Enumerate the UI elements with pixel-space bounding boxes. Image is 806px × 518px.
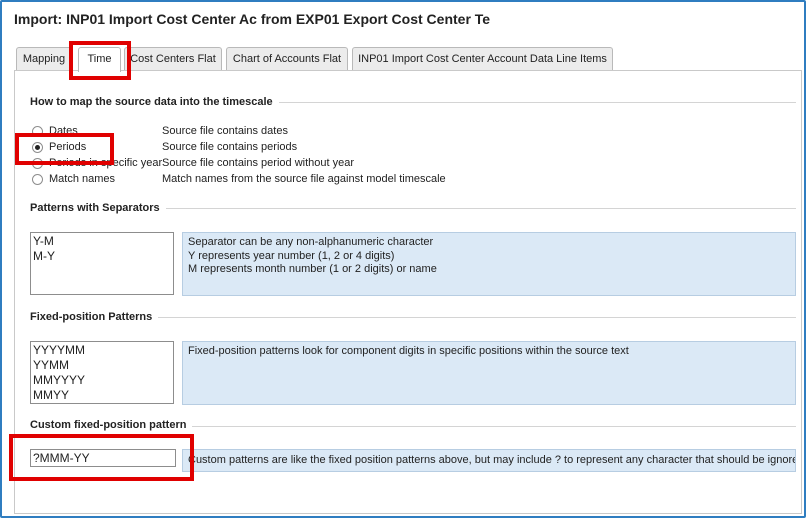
tab-time[interactable]: Time	[78, 47, 121, 72]
radio-periods[interactable]	[32, 142, 43, 153]
custom-section-title: Custom fixed-position pattern	[30, 419, 193, 431]
info-line: Y represents year number (1, 2 or 4 digi…	[188, 249, 395, 262]
list-item[interactable]: MMYY	[33, 388, 171, 403]
separator-patterns-list[interactable]: Y-M M-Y	[30, 232, 174, 295]
tab-inp01-line-items[interactable]: INP01 Import Cost Center Account Data Li…	[352, 47, 613, 71]
separators-info-box: Separator can be any non-alphanumeric ch…	[182, 232, 796, 296]
custom-info-box: Custom patterns are like the fixed posit…	[182, 449, 796, 472]
radio-periods-specific-year[interactable]	[32, 158, 43, 169]
fixed-section-title: Fixed-position Patterns	[30, 311, 159, 323]
fixed-info-box: Fixed-position patterns look for compone…	[182, 341, 796, 405]
list-item[interactable]: Y-M	[33, 234, 171, 249]
custom-pattern-input[interactable]	[30, 449, 176, 467]
radio-desc-dates: Source file contains dates	[162, 125, 288, 137]
radio-match-names[interactable]	[32, 174, 43, 185]
radio-label-dates[interactable]: Dates	[49, 125, 78, 137]
list-item[interactable]: YYYYMM	[33, 343, 171, 358]
info-line: Separator can be any non-alphanumeric ch…	[188, 236, 434, 248]
radio-label-periods[interactable]: Periods	[49, 141, 86, 153]
dialog-title: Import: INP01 Import Cost Center Ac from…	[14, 11, 491, 27]
info-line: M represents month number (1 or 2 digits…	[188, 263, 437, 275]
radio-dates[interactable]	[32, 126, 43, 137]
radio-label-match-names[interactable]: Match names	[49, 173, 115, 185]
separators-section-title: Patterns with Separators	[30, 202, 166, 214]
list-item[interactable]: MMYYYY	[33, 373, 171, 388]
timescale-section-title: How to map the source data into the time…	[30, 96, 279, 108]
radio-desc-periods: Source file contains periods	[162, 141, 298, 153]
tab-chart-of-accounts-flat[interactable]: Chart of Accounts Flat	[226, 47, 348, 71]
tab-mapping[interactable]: Mapping	[16, 47, 72, 71]
tab-cost-centers-flat[interactable]: Cost Centers Flat	[124, 47, 222, 71]
info-line: Fixed-position patterns look for compone…	[188, 345, 629, 357]
info-line: Custom patterns are like the fixed posit…	[188, 454, 796, 466]
fixed-patterns-list[interactable]: YYYYMM YYMM MMYYYY MMYY	[30, 341, 174, 404]
radio-desc-match-names: Match names from the source file against…	[162, 173, 446, 185]
list-item[interactable]: M-Y	[33, 249, 171, 264]
radio-label-periods-specific-year[interactable]: Periods in specific year	[49, 157, 162, 169]
list-item[interactable]: YYMM	[33, 358, 171, 373]
radio-desc-periods-specific-year: Source file contains period without year	[162, 157, 354, 169]
